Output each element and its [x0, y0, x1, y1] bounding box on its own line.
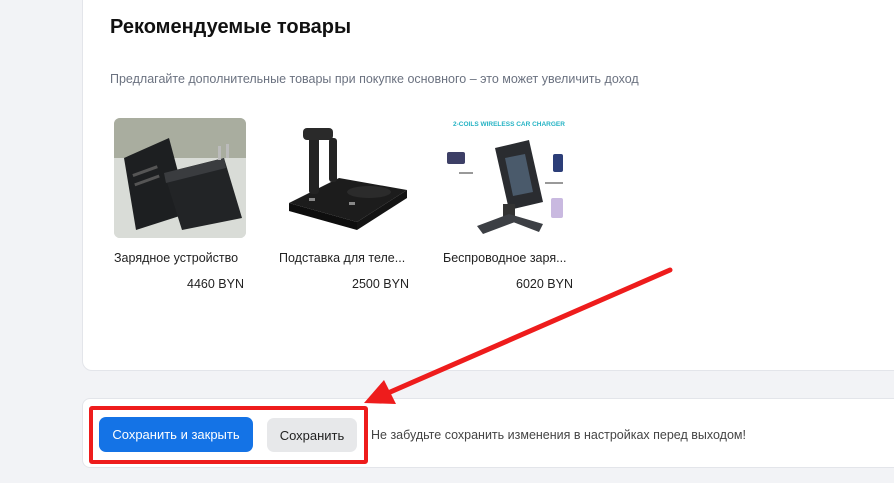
product-name: Подставка для теле...	[279, 251, 406, 265]
product-image-charger	[114, 118, 246, 238]
save-button[interactable]: Сохранить	[267, 418, 357, 452]
product-card[interactable]: Зарядное устройство 4460 BYN	[114, 118, 246, 291]
section-title: Рекомендуемые товары	[110, 16, 352, 38]
product-image-wireless-car-charger: 2-COILS WIRELESS CAR CHARGER	[443, 118, 575, 238]
product-card[interactable]: 2-COILS WIRELESS CAR CHARGER Беспроводно…	[443, 118, 575, 291]
save-and-close-button[interactable]: Сохранить и закрыть	[99, 417, 253, 452]
product-image-caption: 2-COILS WIRELESS CAR CHARGER	[453, 121, 565, 128]
product-card[interactable]: Подставка для теле... 2500 BYN	[279, 118, 411, 291]
product-name: Беспроводное заря...	[443, 251, 567, 265]
product-price: 2500 BYN	[352, 277, 409, 291]
product-name: Зарядное устройство	[114, 251, 239, 265]
save-reminder-text: Не забудьте сохранить изменения в настро…	[371, 428, 746, 442]
product-image-charging-stand	[279, 118, 411, 238]
product-price: 4460 BYN	[187, 277, 244, 291]
product-price: 6020 BYN	[516, 277, 573, 291]
section-subtitle: Предлагайте дополнительные товары при по…	[110, 72, 639, 86]
